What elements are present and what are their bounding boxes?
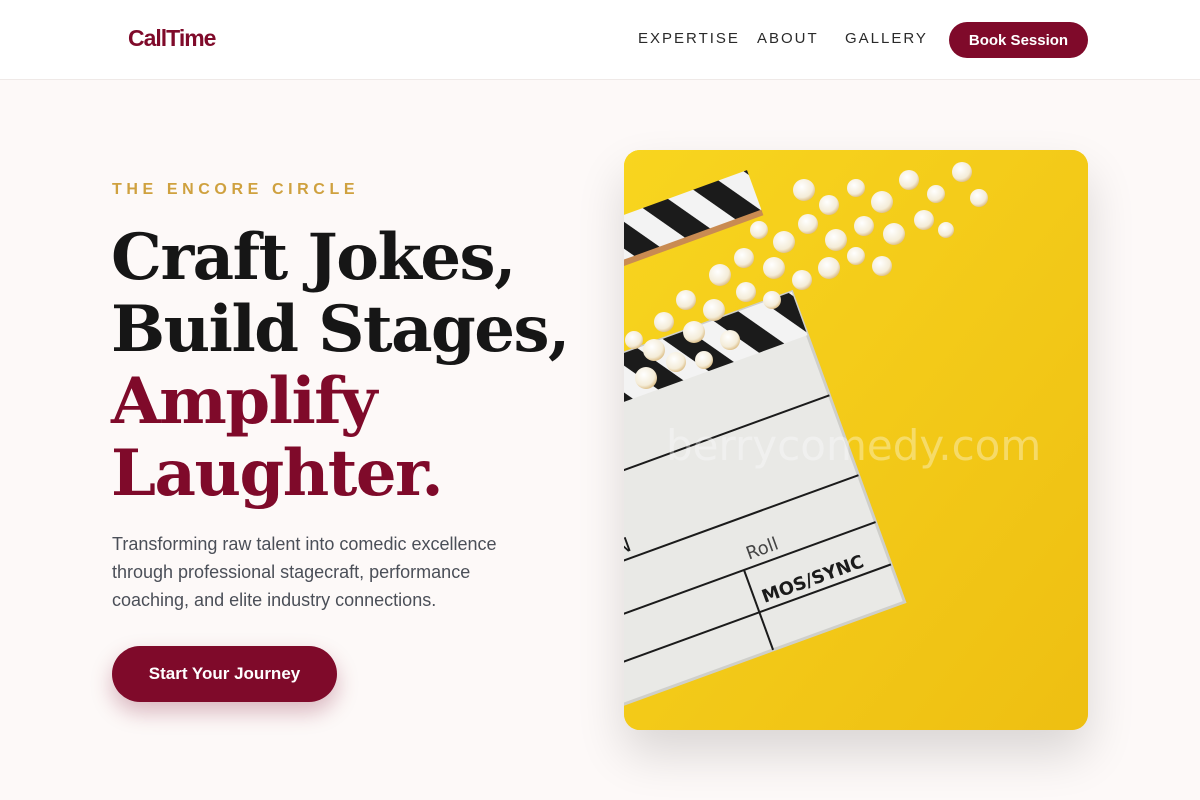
hero-headline: Craft Jokes, Build Stages, Amplify Laugh…: [111, 222, 581, 510]
book-session-button[interactable]: Book Session: [949, 22, 1088, 58]
hero-subtext: Transforming raw talent into comedic exc…: [112, 534, 497, 610]
logo[interactable]: CallTime: [128, 25, 216, 52]
headline-line-4: Laughter.: [111, 436, 444, 511]
nav-link-gallery[interactable]: GALLERY: [845, 30, 928, 47]
site-header: CallTime EXPERTISE ABOUT GALLERY Book Se…: [0, 0, 1200, 80]
hero-image: PERSON Roll MOS/SYNC N E KE: [624, 150, 1088, 730]
headline-line-1: Craft Jokes,: [111, 220, 516, 295]
watermark: berrycomedy.com: [666, 421, 1041, 470]
headline-line-2: Build Stages,: [111, 292, 570, 367]
hero-eyebrow: THE ENCORE CIRCLE: [112, 181, 360, 198]
headline-line-3: Amplify: [111, 364, 377, 439]
nav-link-about[interactable]: ABOUT: [757, 30, 819, 47]
start-journey-button[interactable]: Start Your Journey: [112, 646, 337, 702]
nav-link-expertise[interactable]: EXPERTISE: [638, 30, 740, 47]
clapperboard-illustration: PERSON Roll MOS/SYNC N E KE: [624, 150, 1088, 730]
